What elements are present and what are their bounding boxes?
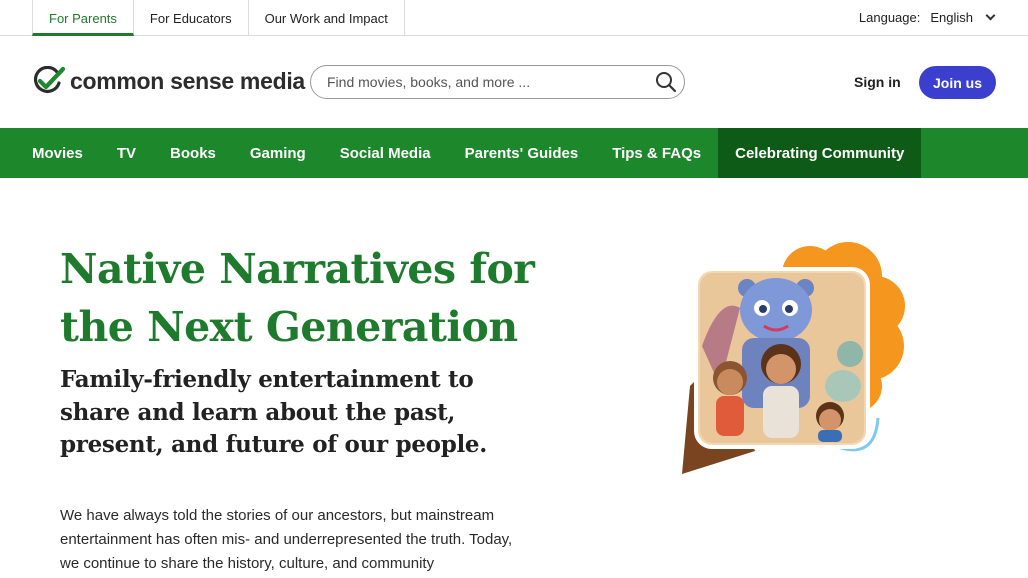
hero-body-text: We have always told the stories of our a…: [60, 507, 513, 572]
search-button[interactable]: [648, 66, 684, 98]
nav-tv[interactable]: TV: [100, 128, 153, 178]
nav-social-media[interactable]: Social Media: [323, 128, 448, 178]
join-us-button[interactable]: Join us: [919, 66, 996, 99]
search-icon: [656, 72, 677, 93]
hero-illustration: [660, 236, 920, 486]
audience-tabs: For Parents For Educators Our Work and I…: [32, 0, 405, 36]
search-input[interactable]: [327, 67, 648, 97]
checkmark-logo-icon: [33, 66, 66, 93]
audience-bar: For Parents For Educators Our Work and I…: [0, 0, 1028, 36]
hero-subtitle: Family-friendly entertainment to share a…: [60, 366, 487, 458]
language-label: Language:: [858, 9, 921, 25]
tab-our-work-and-impact[interactable]: Our Work and Impact: [249, 0, 405, 36]
site-header: common sense media Sign in Join us: [0, 36, 1028, 128]
nav-celebrating-community[interactable]: Celebrating Community: [718, 128, 922, 178]
hero-title: Native Narratives for the Next Generatio…: [60, 245, 535, 351]
tab-for-educators[interactable]: For Educators: [134, 0, 249, 36]
nav-books[interactable]: Books: [153, 128, 233, 178]
nav-movies[interactable]: Movies: [15, 128, 100, 178]
tab-for-parents[interactable]: For Parents: [32, 0, 134, 36]
language-picker: Language: English: [858, 0, 996, 34]
nav-gaming[interactable]: Gaming: [233, 128, 323, 178]
native-characters-illustration: [682, 242, 905, 474]
nav-parents-guides[interactable]: Parents' Guides: [448, 128, 596, 178]
logo[interactable]: common sense media: [32, 66, 305, 96]
chevron-down-icon: [985, 10, 996, 20]
main-nav: Movies TV Books Gaming Social Media Pare…: [0, 128, 1028, 178]
search-box: [310, 65, 685, 99]
language-value: English: [930, 9, 973, 25]
language-select[interactable]: English: [930, 9, 996, 25]
logo-text: common sense media: [70, 67, 305, 94]
sign-in-link[interactable]: Sign in: [854, 74, 901, 90]
nav-tips-faqs[interactable]: Tips & FAQs: [595, 128, 718, 178]
